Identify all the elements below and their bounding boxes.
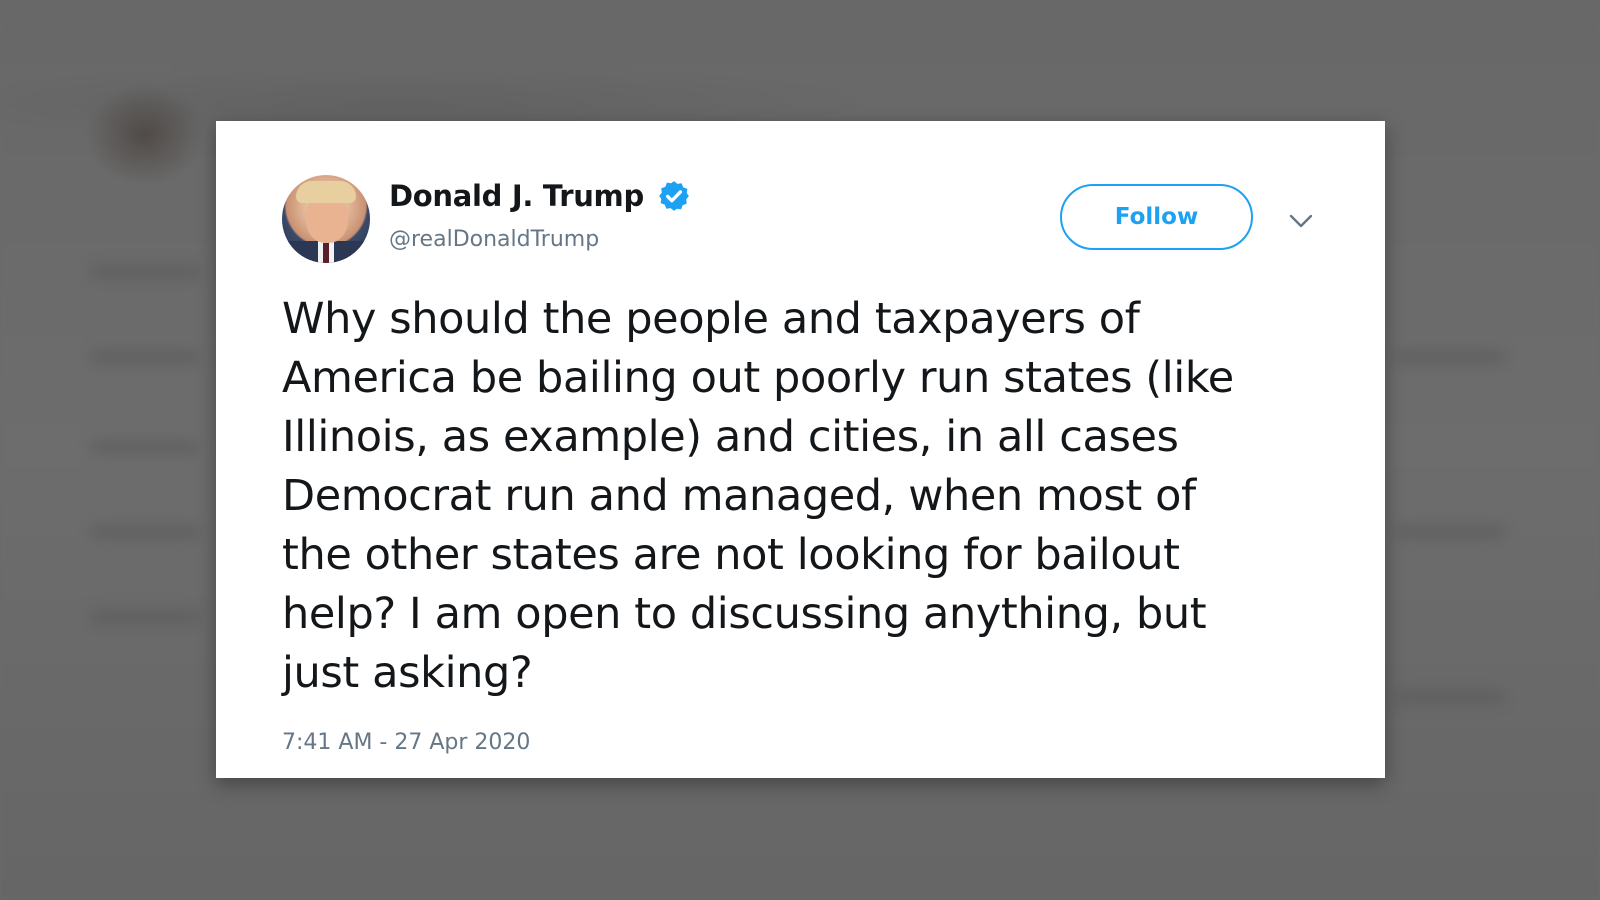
tweet-text-line: America be bailing out poorly run states… bbox=[282, 353, 1234, 403]
display-name[interactable]: Donald J. Trump bbox=[389, 179, 644, 213]
chevron-down-icon[interactable] bbox=[1288, 213, 1314, 229]
follow-button[interactable]: Follow bbox=[1060, 184, 1253, 250]
blurred-background-line bbox=[90, 610, 200, 624]
blurred-background-line bbox=[90, 350, 200, 364]
avatar-tie bbox=[323, 243, 329, 263]
avatar[interactable] bbox=[282, 175, 370, 263]
blurred-background-line bbox=[90, 265, 200, 279]
tweet-text-line: Democrat run and managed, when most of bbox=[282, 471, 1196, 521]
blurred-background-line bbox=[90, 440, 200, 454]
tweet-card: Donald J. Trump @realDonaldTrump Follow … bbox=[216, 121, 1385, 778]
tweet-text-line: Why should the people and taxpayers of bbox=[282, 294, 1140, 344]
tweet-text-line: the other states are not looking for bai… bbox=[282, 530, 1180, 580]
tweet-text-line: just asking? bbox=[282, 648, 533, 698]
tweet-text-line: help? I am open to discussing anything, … bbox=[282, 589, 1207, 639]
blurred-background-line bbox=[1395, 690, 1505, 704]
blurred-background-line bbox=[90, 525, 200, 539]
verified-badge-icon bbox=[659, 181, 689, 211]
avatar-hair bbox=[296, 181, 356, 203]
blurred-background-line bbox=[1395, 525, 1505, 539]
user-handle[interactable]: @realDonaldTrump bbox=[389, 227, 599, 252]
tweet-text: Why should the people and taxpayers of A… bbox=[282, 290, 1342, 703]
tweet-timestamp[interactable]: 7:41 AM - 27 Apr 2020 bbox=[282, 730, 530, 755]
tweet-text-line: Illinois, as example) and cities, in all… bbox=[282, 412, 1179, 462]
blurred-background-line bbox=[1395, 350, 1505, 364]
